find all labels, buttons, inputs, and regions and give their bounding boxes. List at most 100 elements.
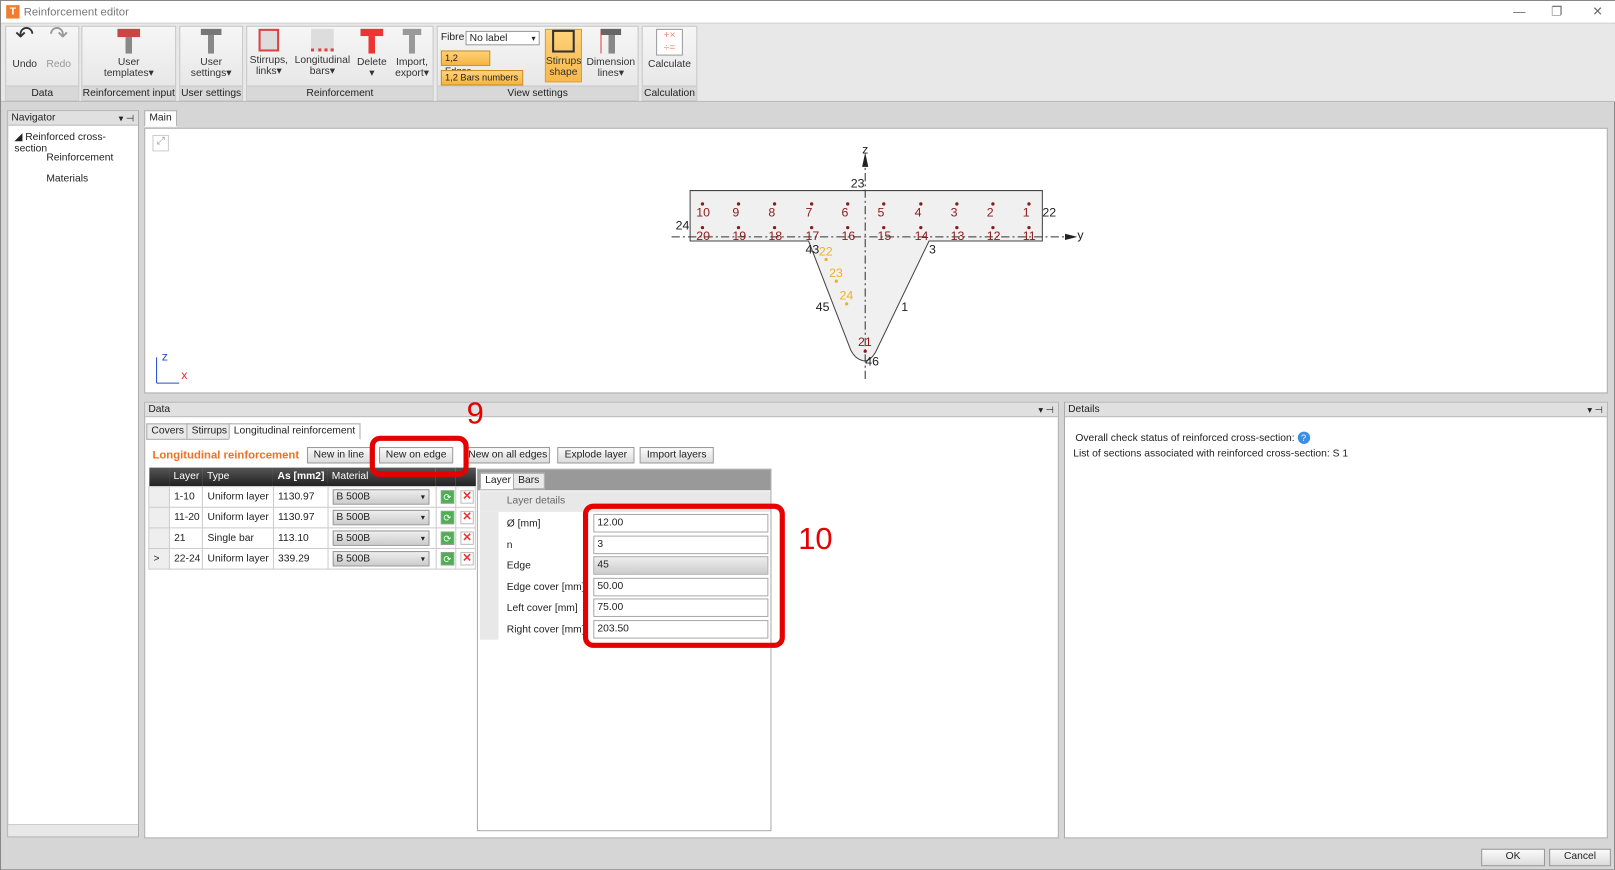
tab-covers[interactable]: Covers [146,423,190,440]
new-on-all-edges-button[interactable]: New on all edges [465,447,551,464]
edges-toggle[interactable]: 1,2 Edges [440,50,491,76]
cell-layer: 21 [168,526,204,549]
group-data: ↶ Undo ↷ Redo Data [5,23,80,101]
tree-item-materials[interactable]: Materials [46,173,88,184]
maximize-button[interactable]: ❐ [1551,4,1562,18]
refresh-icon[interactable]: ⟳ [440,551,454,565]
undo-button[interactable]: ↶ Undo [9,23,40,70]
row-selector[interactable] [148,526,170,549]
table-row[interactable]: 11-20 Uniform layer 1130.97 B 500B ⟳ ✕ [148,506,476,528]
material-select[interactable]: B 500B [332,488,430,505]
refresh-icon[interactable]: ⟳ [440,489,454,504]
calculate-button[interactable]: +× ÷= Calculate [646,28,693,70]
user-templates-button[interactable]: User templates▾ [93,28,165,79]
refresh-icon[interactable]: ⟳ [440,510,454,524]
tree-item-reinforcement[interactable]: Reinforcement [46,152,113,163]
pin-icon[interactable]: ▾ ⊣ [119,111,134,125]
ok-button[interactable]: OK [1481,848,1545,867]
bar-label: 15 [878,229,892,243]
prop-label: Ø [mm] [506,518,541,530]
tab-main[interactable]: Main [144,110,177,127]
redo-label: Redo [46,58,72,71]
bar-label: 13 [951,229,965,243]
tab-layer[interactable]: Layer [479,472,517,490]
bar-label: 14 [915,229,929,243]
bar-label: 10 [696,205,710,219]
point-label: 23 [851,176,865,190]
calculator-icon: +× ÷= [656,28,683,56]
prop-label: n [506,539,513,551]
annotation-9: 9 [466,396,484,431]
pin-icon[interactable]: ▾ ⊣ [1587,403,1602,417]
stirrups-button[interactable]: Stirrups, links▾ [249,28,288,77]
user-settings-button[interactable]: User settings▾ [185,28,237,80]
cell-type: Uniform layer [202,506,274,528]
import-label: Import, export▾ [395,56,429,80]
bar-label: 19 [732,229,746,243]
new-in-line-button[interactable]: New in line [306,447,371,464]
explode-layer-button[interactable]: Explode layer [557,447,635,464]
ribbon: ↶ Undo ↷ Redo Data User templates▾ Reinfor… [1,23,1615,102]
prop-label: Edge cover [mm] [506,581,585,593]
tab-bars[interactable]: Bars [512,472,545,490]
navigator-header: Navigator ▾ ⊣ [8,111,139,126]
navigator-title: Navigator [11,112,56,124]
import-layers-button[interactable]: Import layers [639,447,714,464]
delete-row-icon[interactable]: ✕ [460,510,474,524]
close-button[interactable]: ✕ [1592,4,1602,18]
user-settings-label: User settings▾ [190,56,232,80]
material-select[interactable]: B 500B [332,529,430,546]
cancel-button[interactable]: Cancel [1549,848,1611,867]
bars-numbers-toggle[interactable]: 1,2 Bars numbers [440,70,524,86]
refresh-icon[interactable]: ⟳ [440,530,454,545]
col-type: Type [202,467,274,487]
cell-layer: 22-24 [168,547,204,570]
row-selector[interactable] [148,485,170,508]
redo-button[interactable]: ↷ Redo [43,23,74,71]
group-label: View settings [437,85,638,100]
pin-icon[interactable]: ▾ ⊣ [1038,403,1053,417]
delete-button[interactable]: Delete ▾ [356,28,387,79]
fibre-label: Fibre [440,31,465,44]
table-row[interactable]: 1-10 Uniform layer 1130.97 B 500B ⟳ ✕ [148,485,476,508]
row-selector[interactable]: > [148,547,170,570]
bar-label: 18 [768,229,782,243]
tab-longitudinal[interactable]: Longitudinal reinforcement [228,423,361,440]
minimize-button[interactable]: — [1513,4,1525,18]
dimension-lines-button[interactable]: Dimension lines▾ [586,28,636,80]
stirrup-icon [258,28,280,52]
main-canvas[interactable]: ⤢ 1 11 2 12 3 13 4 14 5 15 6 16 7 17 8 18 9 19 10 20 22 23 24 2… [144,127,1608,394]
row-selector[interactable] [148,506,170,528]
delete-row-icon[interactable]: ✕ [460,489,474,504]
delete-row-icon[interactable]: ✕ [460,551,474,565]
table-row[interactable]: 21 Single bar 113.10 B 500B ⟳ ✕ [148,526,476,549]
group-label: Calculation [642,85,697,100]
dimension-lines-label: Dimension lines▾ [586,56,636,80]
import-export-button[interactable]: Import, export▾ [393,28,430,80]
z-axis-label: z [862,142,868,156]
point-label: 3 [929,242,936,256]
dimension-icon [600,28,622,54]
tab-stirrups[interactable]: Stirrups [186,423,233,440]
bar-label: 20 [696,229,710,243]
horizontal-scrollbar[interactable] [8,824,139,837]
table-row[interactable]: > 22-24 Uniform layer 339.29 B 500B ⟳ ✕ [148,547,476,570]
bar-label: 6 [842,205,849,219]
cell-type: Single bar [202,526,274,549]
prop-label: Edge [506,560,531,572]
longitudinal-bars-button[interactable]: Longitudinal bars▾ [293,28,353,77]
fibre-select[interactable]: No label [465,30,540,46]
highlight-layer-details [582,503,785,648]
bar-label: 21 [858,335,872,349]
bar-label: 12 [987,229,1001,243]
tree-item-cross-section[interactable]: ◢ Reinforced cross-section [14,132,138,155]
delete-row-icon[interactable]: ✕ [460,530,474,545]
y-arrow-icon [1065,233,1078,240]
material-select[interactable]: B 500B [332,509,430,525]
point-label: 43 [805,242,819,256]
settings-t-icon [200,28,222,54]
help-icon[interactable]: ? [1297,431,1310,444]
cell-as: 339.29 [272,547,329,570]
stirrups-shape-toggle[interactable]: Stirrups shape [544,28,582,83]
material-select[interactable]: B 500B [332,550,430,566]
